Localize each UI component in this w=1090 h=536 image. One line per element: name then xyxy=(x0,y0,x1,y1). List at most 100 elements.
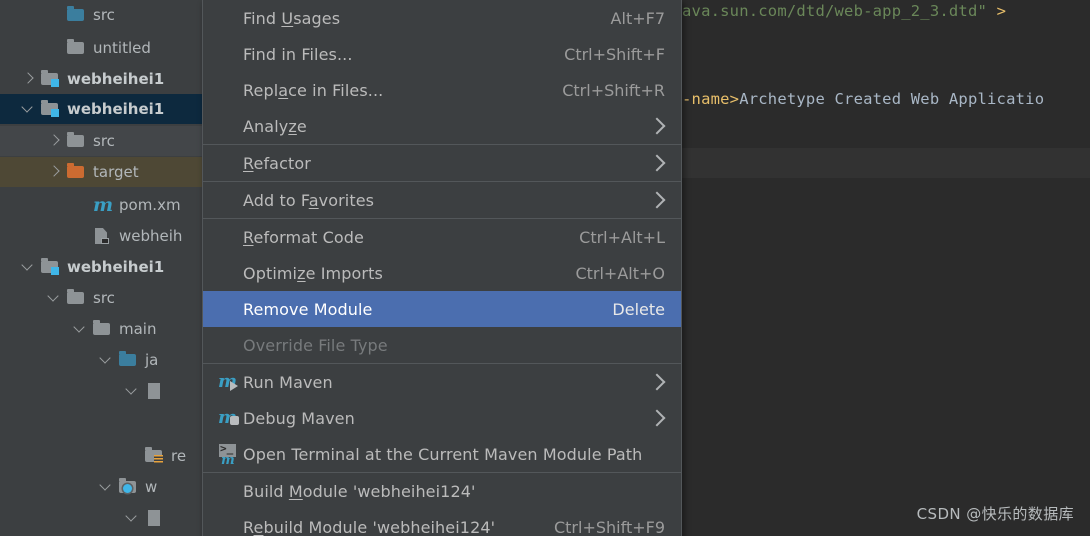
chevron-down-icon[interactable] xyxy=(122,376,144,406)
tree-row[interactable]: target xyxy=(0,157,202,187)
tree-row[interactable]: m pom.xm xyxy=(0,190,202,220)
folder-icon xyxy=(66,283,88,313)
menu-item[interactable]: m Run Maven xyxy=(203,364,681,400)
menu-item-label: Reformat Code xyxy=(243,227,364,247)
watermark-text: CSDN @快乐的数据库 xyxy=(916,505,1074,523)
menu-item-icon-slot xyxy=(217,291,243,327)
menu-item-shortcut: Delete xyxy=(612,299,665,319)
module-folder-icon xyxy=(40,252,62,282)
menu-item-icon-slot xyxy=(217,108,243,144)
tree-item-label: pom.xm xyxy=(119,196,181,214)
maven-debug-icon: m xyxy=(218,407,239,428)
menu-item-icon-slot xyxy=(217,509,243,536)
menu-item: Override File Type xyxy=(203,327,681,363)
module-folder-icon xyxy=(40,64,62,94)
chevron-right-icon[interactable] xyxy=(648,409,666,427)
menu-item[interactable]: Remove Module Delete xyxy=(203,291,681,327)
chevron-down-icon[interactable] xyxy=(70,314,92,344)
menu-item-label: Find in Files... xyxy=(243,44,353,64)
menu-item[interactable]: Build Module 'webheihei124' xyxy=(203,473,681,509)
chevron-down-icon[interactable] xyxy=(96,472,118,502)
menu-item[interactable]: Reformat Code Ctrl+Alt+L xyxy=(203,219,681,255)
tree-row[interactable]: main xyxy=(0,314,202,344)
menu-item[interactable]: Analyze xyxy=(203,108,681,144)
menu-item-shortcut: Ctrl+Shift+R xyxy=(562,80,665,100)
chevron-right-icon[interactable] xyxy=(44,157,66,187)
tree-row[interactable]: src xyxy=(0,0,202,30)
project-tree-panel[interactable]: src untitled webheihei1 webheihei1 src target… xyxy=(0,0,202,536)
menu-item-label: Override File Type xyxy=(243,335,388,355)
menu-item[interactable]: Find in Files... Ctrl+Shift+F xyxy=(203,36,681,72)
tree-item-label: src xyxy=(93,132,115,150)
tree-item-label: webheihei1 xyxy=(67,258,165,276)
folder-icon xyxy=(92,314,114,344)
folder-icon xyxy=(66,33,88,63)
menu-item-label: Replace in Files... xyxy=(243,80,384,100)
tree-row[interactable]: w xyxy=(0,472,202,502)
menu-item-shortcut: Ctrl+Shift+F xyxy=(564,44,665,64)
menu-item[interactable]: Add to Favorites xyxy=(203,182,681,218)
chevron-right-icon[interactable] xyxy=(648,373,666,391)
menu-item-label: Analyze xyxy=(243,116,307,136)
menu-item[interactable]: Refactor xyxy=(203,145,681,181)
code-token: ava.sun.com/dtd/web-app_2_3.dtd xyxy=(682,2,978,20)
menu-item-icon-slot xyxy=(217,182,243,218)
tree-row[interactable]: ja xyxy=(0,345,202,375)
chevron-right-icon[interactable] xyxy=(648,154,666,172)
file-icon xyxy=(144,503,166,533)
tree-row[interactable] xyxy=(0,503,202,533)
tree-row[interactable]: untitled xyxy=(0,33,202,63)
tree-item-label: webheihei1 xyxy=(67,70,165,88)
maven-run-icon: m xyxy=(218,371,238,392)
tree-item-label: re xyxy=(171,447,187,465)
tree-row[interactable]: src xyxy=(0,126,202,156)
chevron-down-icon[interactable] xyxy=(18,252,40,282)
maven-pom-icon: m xyxy=(93,194,114,216)
excluded-folder-icon xyxy=(66,157,88,187)
tree-row[interactable]: src xyxy=(0,283,202,313)
code-token: Archetype Created Web Applicatio xyxy=(739,90,1045,108)
menu-item-label: Rebuild Module 'webheihei124' xyxy=(243,517,496,536)
menu-item-label: Add to Favorites xyxy=(243,190,375,210)
menu-item[interactable]: Replace in Files... Ctrl+Shift+R xyxy=(203,72,681,108)
folder-icon xyxy=(66,126,88,156)
menu-item-label: Optimize Imports xyxy=(243,263,383,283)
menu-item-label: Refactor xyxy=(243,153,311,173)
menu-item-label: Debug Maven xyxy=(243,408,355,428)
tree-row[interactable]: webheih xyxy=(0,221,202,251)
editor-line: -name>Archetype Created Web Applicatio xyxy=(682,90,1044,108)
tree-row[interactable]: re xyxy=(0,441,202,471)
code-token: " xyxy=(977,2,997,20)
chevron-down-icon[interactable] xyxy=(44,283,66,313)
menu-item[interactable]: Find Usages Alt+F7 xyxy=(203,0,681,36)
tree-item-label: src xyxy=(93,6,115,24)
menu-item[interactable]: m Debug Maven xyxy=(203,400,681,436)
menu-item[interactable]: Optimize Imports Ctrl+Alt+O xyxy=(203,255,681,291)
menu-item-icon-slot xyxy=(217,72,243,108)
menu-item[interactable]: mOpen Terminal at the Current Maven Modu… xyxy=(203,436,681,472)
menu-item[interactable]: Rebuild Module 'webheihei124' Ctrl+Shift+… xyxy=(203,509,681,536)
chevron-right-icon[interactable] xyxy=(648,117,666,135)
chevron-right-icon[interactable] xyxy=(18,64,40,94)
menu-item-icon-slot xyxy=(217,0,243,36)
tree-row[interactable]: webheihei1 xyxy=(0,94,202,124)
chevron-right-icon[interactable] xyxy=(44,126,66,156)
code-editor[interactable]: ava.sun.com/dtd/web-app_2_3.dtd" > -name>… xyxy=(682,0,1090,536)
chevron-down-icon[interactable] xyxy=(96,345,118,375)
chevron-right-icon[interactable] xyxy=(648,191,666,209)
tree-row[interactable]: webheihei1 xyxy=(0,64,202,94)
chevron-down-icon[interactable] xyxy=(122,503,144,533)
chevron-down-icon[interactable] xyxy=(18,94,40,124)
context-menu[interactable]: Find Usages Alt+F7 Find in Files... Ctrl+Sh… xyxy=(202,0,682,536)
tree-row[interactable]: webheihei1 xyxy=(0,252,202,282)
tree-row[interactable] xyxy=(0,376,202,406)
